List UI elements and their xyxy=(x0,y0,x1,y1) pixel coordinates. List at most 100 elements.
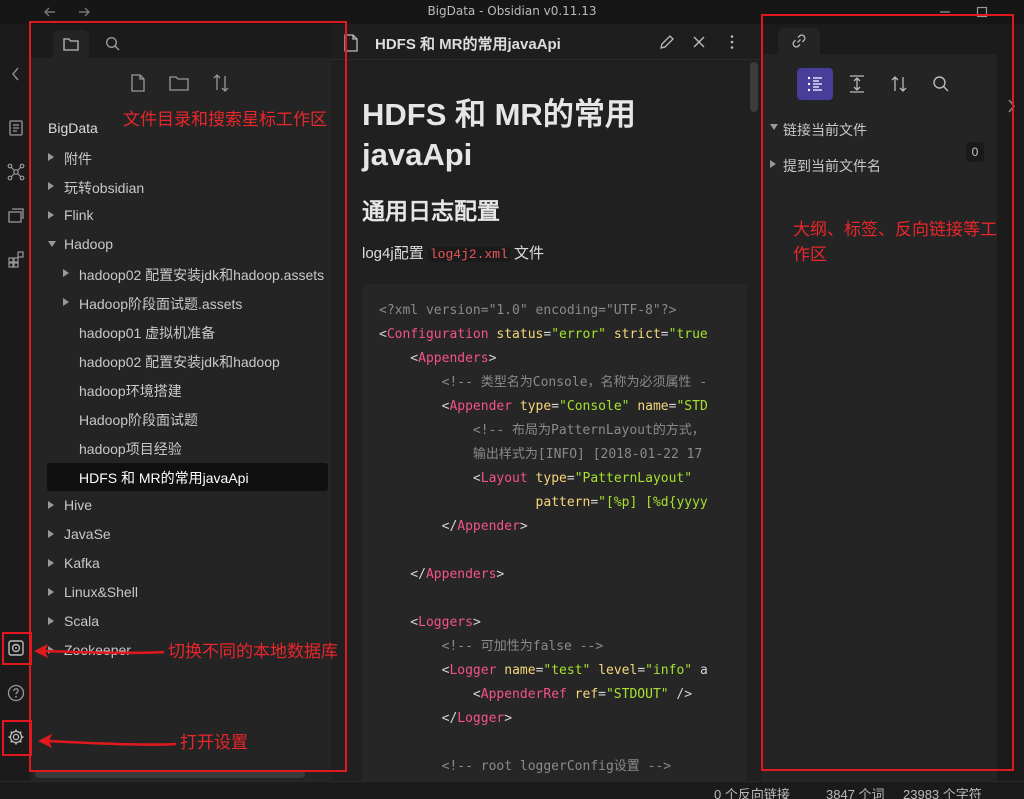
tab-search[interactable] xyxy=(95,30,131,58)
code-token: = xyxy=(566,471,575,486)
code-token: 输出样式为[INFO] [2018-01-22 17 xyxy=(379,447,703,462)
code-token: status xyxy=(496,327,544,342)
code-line: </Appenders> xyxy=(379,567,504,583)
chevron-right-icon[interactable] xyxy=(48,501,54,509)
collapse-left-icon[interactable] xyxy=(6,64,26,84)
tree-item-label: HDFS 和 MR的常用javaApi xyxy=(79,470,249,486)
code-token: "STDOUT" xyxy=(605,687,669,702)
editor-pane: HDFS 和 MR的常用javaApi HDFS 和 MR的常用javaApi … xyxy=(331,24,762,781)
document-heading-2: 通用日志配置 xyxy=(362,198,500,224)
help-icon[interactable] xyxy=(6,683,26,703)
chevron-right-icon[interactable] xyxy=(48,617,54,625)
edit-pencil-icon[interactable] xyxy=(658,33,676,51)
collapse-right-icon[interactable] xyxy=(1001,96,1021,116)
code-token: < xyxy=(379,327,387,342)
tree-item[interactable]: 附件 xyxy=(31,143,331,172)
workspace-grid-icon[interactable] xyxy=(6,249,26,269)
vault-name[interactable]: BigData xyxy=(48,120,98,136)
code-token: <!-- 布局为PatternLayout的方式， xyxy=(379,423,705,438)
collapse-results-button[interactable] xyxy=(797,68,833,100)
editor-scrollbar[interactable] xyxy=(750,62,758,112)
chevron-right-icon[interactable] xyxy=(63,269,69,277)
tree-item[interactable]: HDFS 和 MR的常用javaApi xyxy=(31,462,331,491)
graph-view-icon[interactable] xyxy=(6,162,26,182)
code-line: <Configuration status="error" strict="tr… xyxy=(379,327,708,343)
chevron-right-icon[interactable] xyxy=(63,298,69,306)
chevron-right-icon[interactable] xyxy=(48,559,54,567)
tree-item[interactable]: hadoop02 配置安装jdk和hadoop.assets xyxy=(31,259,331,288)
tree-item-label: hadoop02 配置安装jdk和hadoop.assets xyxy=(79,267,325,283)
slides-icon[interactable] xyxy=(6,206,26,226)
tree-item-label: Hadoop阶段面试题.assets xyxy=(79,296,243,312)
code-line: <!-- 类型名为Console，名称为必须属性 - xyxy=(379,375,708,391)
file-switcher-icon[interactable] xyxy=(6,118,26,138)
code-token: "error" xyxy=(551,327,606,342)
tree-item[interactable]: Kafka xyxy=(31,549,331,578)
code-token: "PatternLayout" xyxy=(574,471,693,486)
vault-icon[interactable] xyxy=(6,638,26,658)
new-folder-icon[interactable] xyxy=(168,72,190,94)
search-backlinks-button[interactable] xyxy=(923,68,959,100)
chevron-right-icon[interactable] xyxy=(48,182,54,190)
code-line: </Logger> xyxy=(379,711,512,727)
tree-item[interactable]: Linux&Shell xyxy=(31,578,331,607)
code-token: a xyxy=(692,663,708,678)
tree-item[interactable]: JavaSe xyxy=(31,520,331,549)
editor-body[interactable]: HDFS 和 MR的常用javaApi 通用日志配置 log4j配置 log4j… xyxy=(331,61,747,781)
tree-item[interactable]: hadoop环境搭建 xyxy=(31,375,331,404)
tree-item[interactable]: Hadoop xyxy=(31,230,331,259)
tree-item[interactable]: hadoop02 配置安装jdk和hadoop xyxy=(31,346,331,375)
code-token: "test" xyxy=(543,663,591,678)
tree-item[interactable]: Scala xyxy=(31,607,331,636)
code-token: = xyxy=(551,399,560,414)
tree-item-label: Flink xyxy=(64,207,94,223)
tree-item[interactable]: Hadoop阶段面试题 xyxy=(31,404,331,433)
minimize-icon[interactable] xyxy=(937,4,953,20)
chevron-right-icon[interactable] xyxy=(48,588,54,596)
annotation-switch-vault: 切换不同的本地数据库 xyxy=(168,642,338,662)
close-icon[interactable] xyxy=(690,33,708,51)
editor-tab-title[interactable]: HDFS 和 MR的常用javaApi xyxy=(375,33,561,54)
tree-item[interactable]: hadoop01 虚拟机准备 xyxy=(31,317,331,346)
tab-backlinks[interactable] xyxy=(778,28,820,54)
chevron-down-icon[interactable] xyxy=(48,241,56,247)
red-arrow-vault xyxy=(34,644,165,658)
chevron-right-icon[interactable] xyxy=(48,530,54,538)
folder-icon xyxy=(63,38,79,51)
backlink-count-status[interactable]: 0 个反向链接 xyxy=(714,784,790,799)
list-icon xyxy=(807,76,822,92)
code-token: name xyxy=(504,663,536,678)
sort-icon[interactable] xyxy=(210,72,232,94)
tree-item-label: Hadoop阶段面试题 xyxy=(79,412,199,428)
tree-item[interactable]: Hadoop阶段面试题.assets xyxy=(31,288,331,317)
unlinked-mentions-label: 提到当前文件名 xyxy=(783,158,881,174)
code-line: </Appender> xyxy=(379,519,528,535)
tree-item-label: Linux&Shell xyxy=(64,584,138,600)
red-arrow-settings xyxy=(38,734,177,748)
sort-icon xyxy=(891,76,907,92)
tab-file-explorer[interactable] xyxy=(53,30,89,58)
code-block[interactable]: <?xml version="1.0" encoding="UTF-8"?> <C… xyxy=(362,284,747,781)
sort-backlinks-button[interactable] xyxy=(881,68,917,100)
left-tab-bar xyxy=(31,24,331,58)
code-token: Loggers xyxy=(418,615,473,630)
status-bar: 0 个反向链接 3847 个词 23983 个字符 xyxy=(0,781,1024,799)
code-token: Appender xyxy=(449,399,513,414)
tree-item[interactable]: 玩转obsidian xyxy=(31,172,331,201)
new-note-icon[interactable] xyxy=(127,72,149,94)
tree-item[interactable]: Flink xyxy=(31,201,331,230)
gear-icon[interactable] xyxy=(6,727,26,747)
chevron-right-icon[interactable] xyxy=(48,211,54,219)
expand-context-button[interactable] xyxy=(839,68,875,100)
tree-item[interactable]: Hive xyxy=(31,491,331,520)
code-token: > xyxy=(488,351,497,366)
code-token: strict xyxy=(613,327,661,342)
left-scrollbar[interactable] xyxy=(35,770,305,778)
code-line: <?xml version="1.0" encoding="UTF-8"?> xyxy=(379,303,676,319)
more-options-icon[interactable] xyxy=(723,33,741,51)
maximize-icon[interactable] xyxy=(974,4,990,20)
chevron-right-icon[interactable] xyxy=(48,153,54,161)
code-line: <AppenderRef ref="STDOUT" /> xyxy=(379,687,692,703)
tree-item[interactable]: hadoop项目经验 xyxy=(31,433,331,462)
